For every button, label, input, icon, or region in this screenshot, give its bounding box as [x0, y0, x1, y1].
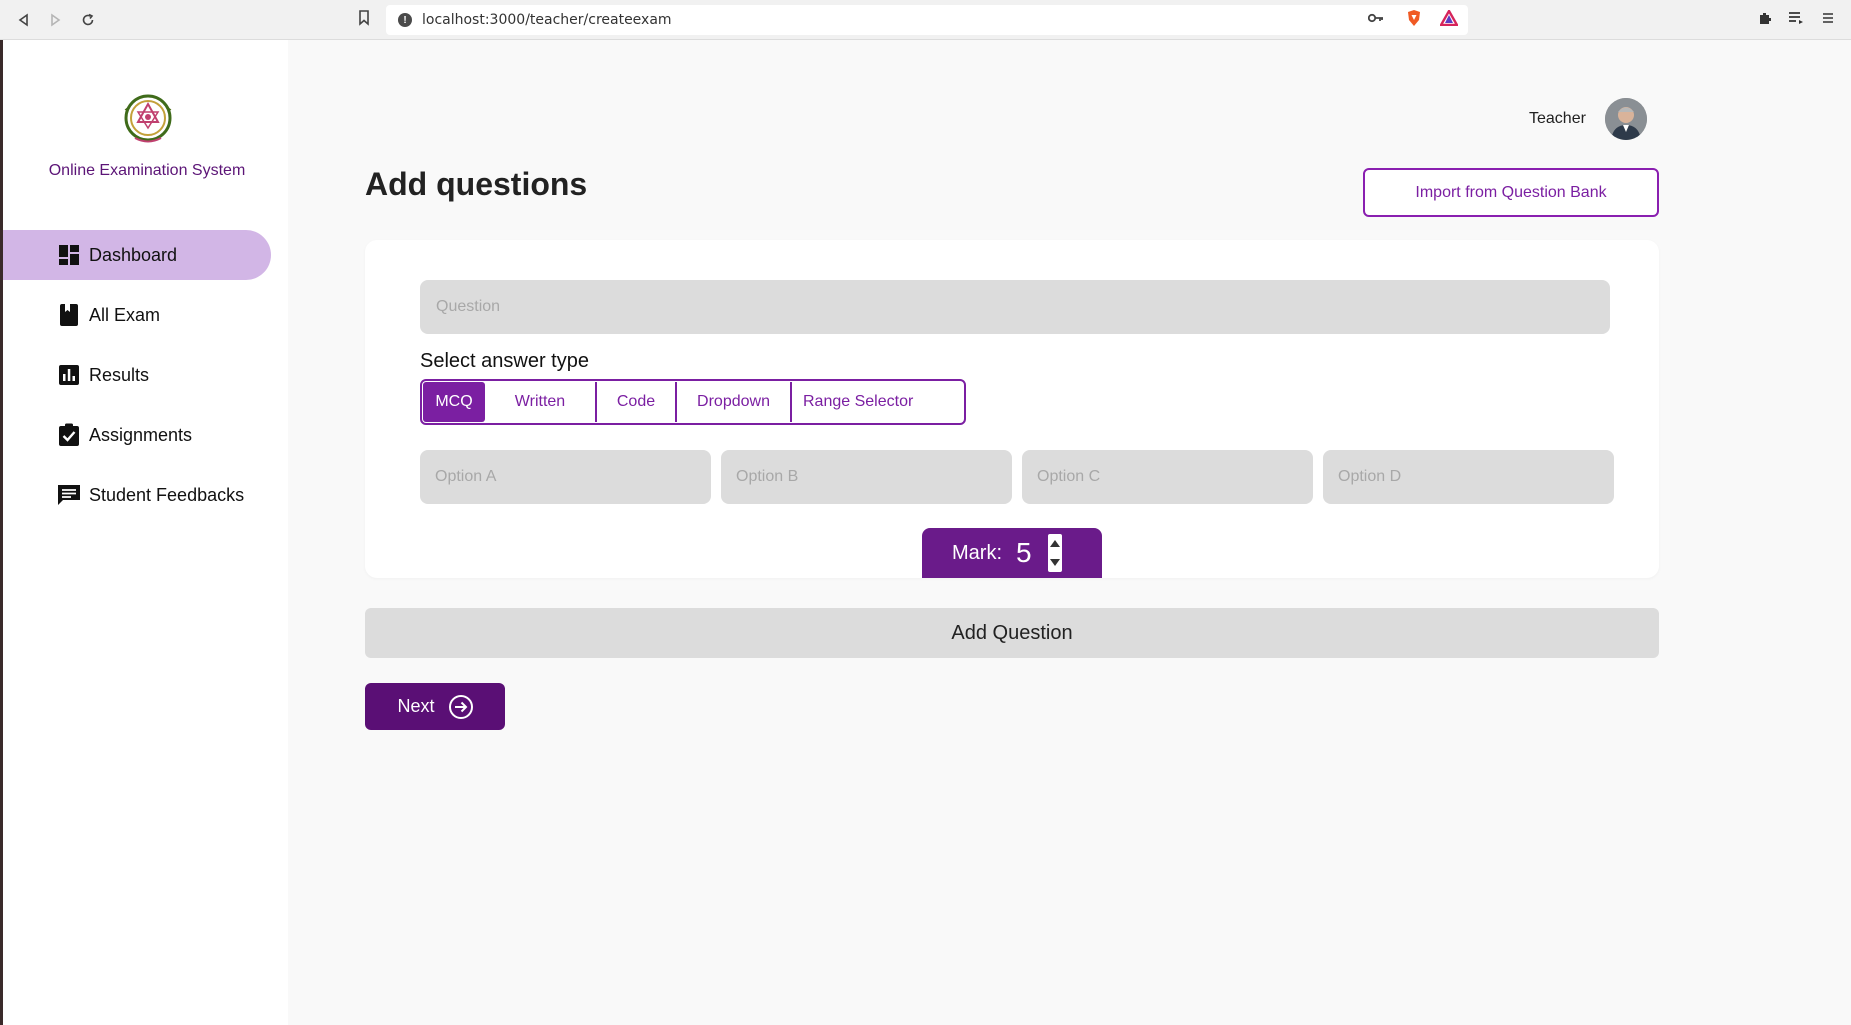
add-question-button[interactable]: Add Question: [365, 608, 1659, 658]
question-input[interactable]: [420, 280, 1610, 334]
sidebar: Online Examination System Dashboard All …: [0, 40, 288, 1025]
answer-type-selector: MCQ Written Code Dropdown Range Selector: [420, 379, 966, 425]
back-icon[interactable]: [12, 8, 36, 32]
assignment-check-icon: [57, 423, 81, 447]
answer-type-dropdown[interactable]: Dropdown: [675, 382, 790, 422]
brave-rewards-icon[interactable]: [1439, 8, 1459, 28]
bar-chart-icon: [57, 363, 81, 387]
feedback-icon: [57, 483, 81, 507]
menu-icon[interactable]: [1818, 8, 1838, 28]
sidebar-item-label: All Exam: [89, 304, 161, 325]
bookmark-icon[interactable]: [358, 10, 370, 31]
answer-type-code[interactable]: Code: [595, 382, 675, 422]
option-d-input[interactable]: [1323, 450, 1614, 504]
sidebar-item-label: Assignments: [89, 424, 193, 445]
forward-icon: [43, 8, 67, 32]
sidebar-item-dashboard[interactable]: Dashboard: [3, 230, 271, 280]
mark-value[interactable]: 5: [1016, 537, 1032, 569]
sidebar-item-label: Student Feedbacks: [89, 484, 245, 505]
answer-type-label: Select answer type: [420, 350, 589, 372]
arrow-right-circle-icon: [448, 694, 473, 719]
brand-name: Online Examination System: [48, 162, 246, 179]
key-icon[interactable]: [1366, 8, 1386, 28]
university-logo: [121, 88, 175, 146]
next-button-label: Next: [397, 696, 435, 716]
option-b-input[interactable]: [721, 450, 1012, 504]
option-a-input[interactable]: [420, 450, 711, 504]
page-title: Add questions: [365, 166, 588, 202]
sidebar-item-label: Dashboard: [89, 244, 178, 265]
import-from-question-bank-button[interactable]: Import from Question Bank: [1363, 168, 1659, 217]
site-info-icon[interactable]: !: [398, 13, 412, 27]
decrement-arrow-icon[interactable]: [1049, 559, 1060, 566]
sidebar-item-assignments[interactable]: Assignments: [3, 410, 271, 460]
dashboard-icon: [57, 243, 81, 267]
answer-type-written[interactable]: Written: [485, 382, 595, 422]
sidebar-item-results[interactable]: Results: [3, 350, 271, 400]
mark-label: Mark:: [952, 541, 1002, 564]
sidebar-item-label: Results: [89, 364, 150, 385]
book-icon: [57, 303, 81, 327]
mark-stepper: Mark: 5: [922, 528, 1102, 578]
browser-toolbar: ! localhost:3000/teacher/createexam: [0, 0, 1851, 40]
user-role-label: Teacher: [1529, 110, 1586, 127]
question-card: Select answer type MCQ Written Code Drop…: [365, 240, 1659, 578]
sidebar-item-all-exam[interactable]: All Exam: [3, 290, 271, 340]
url-text[interactable]: localhost:3000/teacher/createexam: [422, 12, 672, 28]
reload-icon[interactable]: [76, 8, 100, 32]
mark-spinner[interactable]: [1047, 534, 1062, 572]
playlist-icon[interactable]: [1786, 8, 1806, 28]
brave-shield-icon[interactable]: [1404, 8, 1424, 28]
avatar[interactable]: [1605, 98, 1647, 140]
next-button[interactable]: Next: [365, 683, 505, 730]
address-bar[interactable]: ! localhost:3000/teacher/createexam: [386, 5, 1468, 35]
extensions-icon[interactable]: [1755, 8, 1775, 28]
answer-type-range-selector[interactable]: Range Selector: [790, 382, 960, 422]
sidebar-item-student-feedbacks[interactable]: Student Feedbacks: [3, 470, 271, 520]
answer-type-mcq[interactable]: MCQ: [423, 382, 485, 422]
increment-arrow-icon[interactable]: [1049, 540, 1060, 547]
option-c-input[interactable]: [1022, 450, 1313, 504]
